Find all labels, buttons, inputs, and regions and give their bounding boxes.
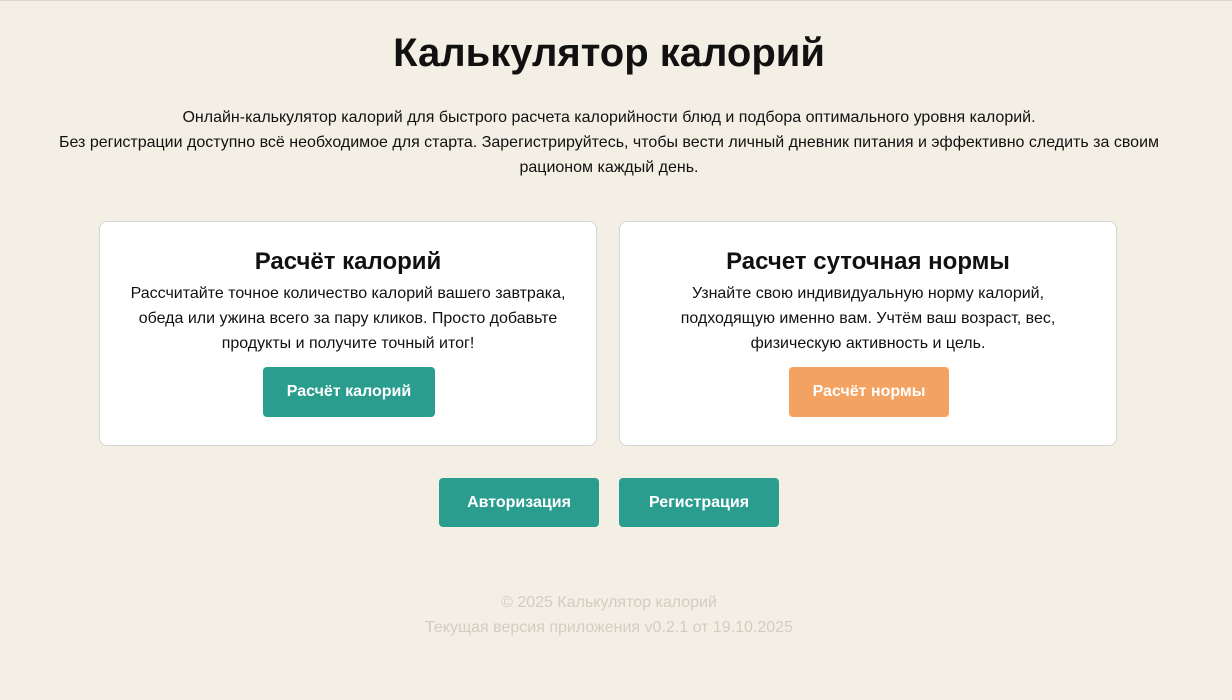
daily-norm-button[interactable]: Расчёт нормы — [789, 367, 949, 417]
card-title: Расчет суточная нормы — [726, 248, 1010, 275]
page-title: Калькулятор калорий — [393, 31, 825, 75]
login-button[interactable]: Авторизация — [439, 478, 599, 527]
calorie-calc-button[interactable]: Расчёт калорий — [263, 367, 435, 417]
calorie-calc-card: Расчёт калорий Рассчитайте точное количе… — [99, 221, 597, 446]
intro-text: Онлайн-калькулятор калорий для быстрого … — [40, 105, 1178, 180]
footer-copyright: © 2025 Калькулятор калорий — [501, 594, 717, 611]
intro-line-2: Без регистрации доступно всё необходимое… — [58, 134, 1159, 176]
daily-norm-card: Расчет суточная нормы Узнайте свою индив… — [619, 221, 1117, 446]
footer-version: Текущая версия приложения v0.2.1 от 19.1… — [425, 619, 793, 636]
top-divider — [0, 0, 1232, 1]
footer: © 2025 Калькулятор калорий Текущая верси… — [0, 590, 1218, 640]
card-title: Расчёт калорий — [254, 248, 442, 275]
register-button[interactable]: Регистрация — [619, 478, 779, 527]
card-description: Рассчитайте точное количество калорий ва… — [130, 285, 566, 352]
card-description: Узнайте свою индивидуальную норму калори… — [680, 285, 1056, 352]
intro-line-1: Онлайн-калькулятор калорий для быстрого … — [182, 109, 1036, 126]
